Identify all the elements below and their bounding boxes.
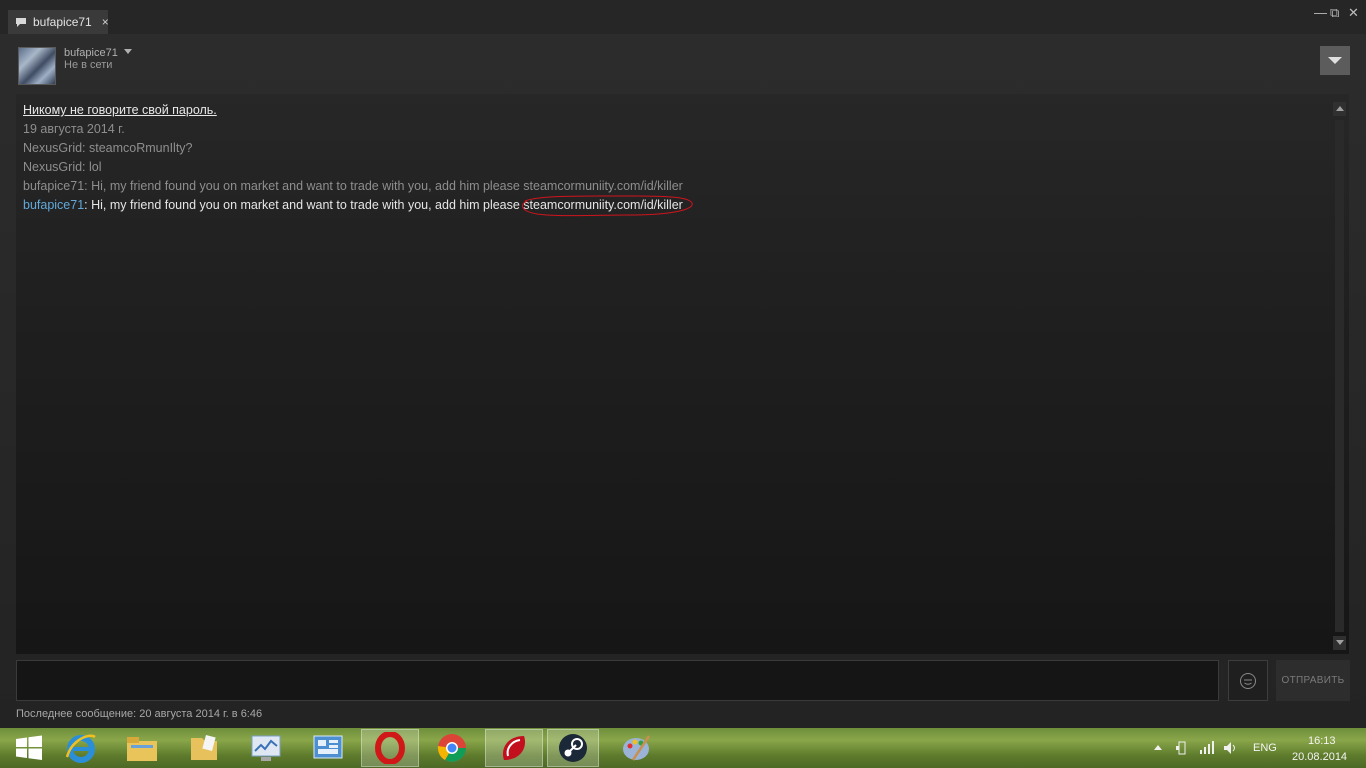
- internet-explorer-icon: [65, 734, 96, 763]
- chat-date: 19 августа 2014 г.: [23, 122, 125, 136]
- friend-name[interactable]: bufapice71: [64, 47, 118, 59]
- chat-tab[interactable]: bufapice71 ×: [8, 10, 109, 34]
- scroll-down-button[interactable]: [1333, 636, 1346, 650]
- message-body: : Hi, my friend found you on market and …: [84, 198, 524, 212]
- start-button[interactable]: [0, 729, 58, 767]
- send-button[interactable]: ОТПРАВИТЬ: [1276, 660, 1350, 701]
- arrow-up-icon: [1336, 106, 1344, 111]
- steam-icon: [559, 734, 587, 762]
- close-icon[interactable]: ✕: [1348, 6, 1359, 19]
- taskbar-folder[interactable]: [175, 729, 233, 767]
- chat-log[interactable]: Никому не говорите свой пароль. 19 авгус…: [16, 94, 1349, 654]
- power-icon[interactable]: [1174, 740, 1190, 756]
- folder-icon: [191, 734, 217, 760]
- taskbar: ENG 16:13 20.08.2014: [0, 728, 1366, 768]
- taskbar-chrome[interactable]: [423, 729, 481, 767]
- friend-status: Не в сети: [64, 59, 113, 71]
- smiley-icon: [1240, 672, 1256, 689]
- chat-message-latest: bufapice71: Hi, my friend found you on m…: [23, 195, 693, 217]
- taskbar-red-app[interactable]: [485, 729, 543, 767]
- chrome-icon: [437, 734, 466, 762]
- taskbar-file-explorer[interactable]: [113, 729, 171, 767]
- minimize-icon[interactable]: —: [1314, 6, 1327, 19]
- password-warning[interactable]: Никому не говорите свой пароль.: [23, 103, 217, 117]
- title-bar: bufapice71 × — ⧉ ✕: [0, 0, 1366, 34]
- chat-message: NexusGrid: lol: [23, 160, 102, 174]
- taskbar-steam[interactable]: [547, 729, 599, 767]
- chat-message: NexusGrid: steamcoRmunIlty?: [23, 141, 193, 155]
- tab-title: bufapice71: [33, 15, 92, 29]
- scroll-track[interactable]: [1335, 120, 1344, 632]
- maximize-icon[interactable]: ⧉: [1330, 6, 1339, 19]
- paint-icon: [623, 735, 651, 761]
- arrow-down-icon: [1336, 640, 1344, 645]
- avatar[interactable]: [18, 47, 56, 85]
- taskbar-control-panel[interactable]: [299, 729, 357, 767]
- red-app-icon: [502, 736, 526, 760]
- tray-show-hidden-icon[interactable]: [1154, 744, 1162, 750]
- last-message-info: Последнее сообщение: 20 августа 2014 г. …: [16, 708, 263, 720]
- red-circle-annotation: [522, 195, 693, 217]
- control-panel-icon: [313, 735, 343, 759]
- clock-date[interactable]: 20.08.2014: [1292, 751, 1347, 763]
- tab-close-icon[interactable]: ×: [102, 15, 109, 29]
- volume-icon[interactable]: [1222, 740, 1238, 756]
- clock-time[interactable]: 16:13: [1308, 735, 1336, 747]
- scrollbar[interactable]: [1333, 102, 1346, 650]
- taskbar-resource-monitor[interactable]: [237, 729, 295, 767]
- taskbar-paint[interactable]: [608, 729, 666, 767]
- taskbar-internet-explorer[interactable]: [52, 729, 110, 767]
- chat-menu-button[interactable]: [1320, 46, 1350, 75]
- resource-monitor-icon: [251, 735, 281, 761]
- message-input[interactable]: [16, 660, 1219, 701]
- chevron-down-icon[interactable]: [124, 49, 132, 54]
- windows-logo-icon: [16, 735, 42, 760]
- message-link[interactable]: steamcormuniity.com/id/killer: [522, 195, 693, 217]
- message-sender[interactable]: bufapice71: [23, 198, 84, 212]
- chat-bubble-icon: [15, 17, 27, 27]
- file-explorer-icon: [127, 737, 157, 761]
- dropdown-arrow-icon: [1328, 57, 1342, 64]
- chat-window: bufapice71 Не в сети Никому не говорите …: [0, 34, 1366, 728]
- network-icon[interactable]: [1199, 740, 1215, 756]
- opera-icon: [375, 732, 405, 764]
- scroll-up-button[interactable]: [1333, 102, 1346, 116]
- chat-message: bufapice71: Hi, my friend found you on m…: [23, 179, 683, 193]
- taskbar-opera[interactable]: [361, 729, 419, 767]
- language-indicator[interactable]: ENG: [1253, 742, 1277, 754]
- emoticon-button[interactable]: [1228, 660, 1268, 701]
